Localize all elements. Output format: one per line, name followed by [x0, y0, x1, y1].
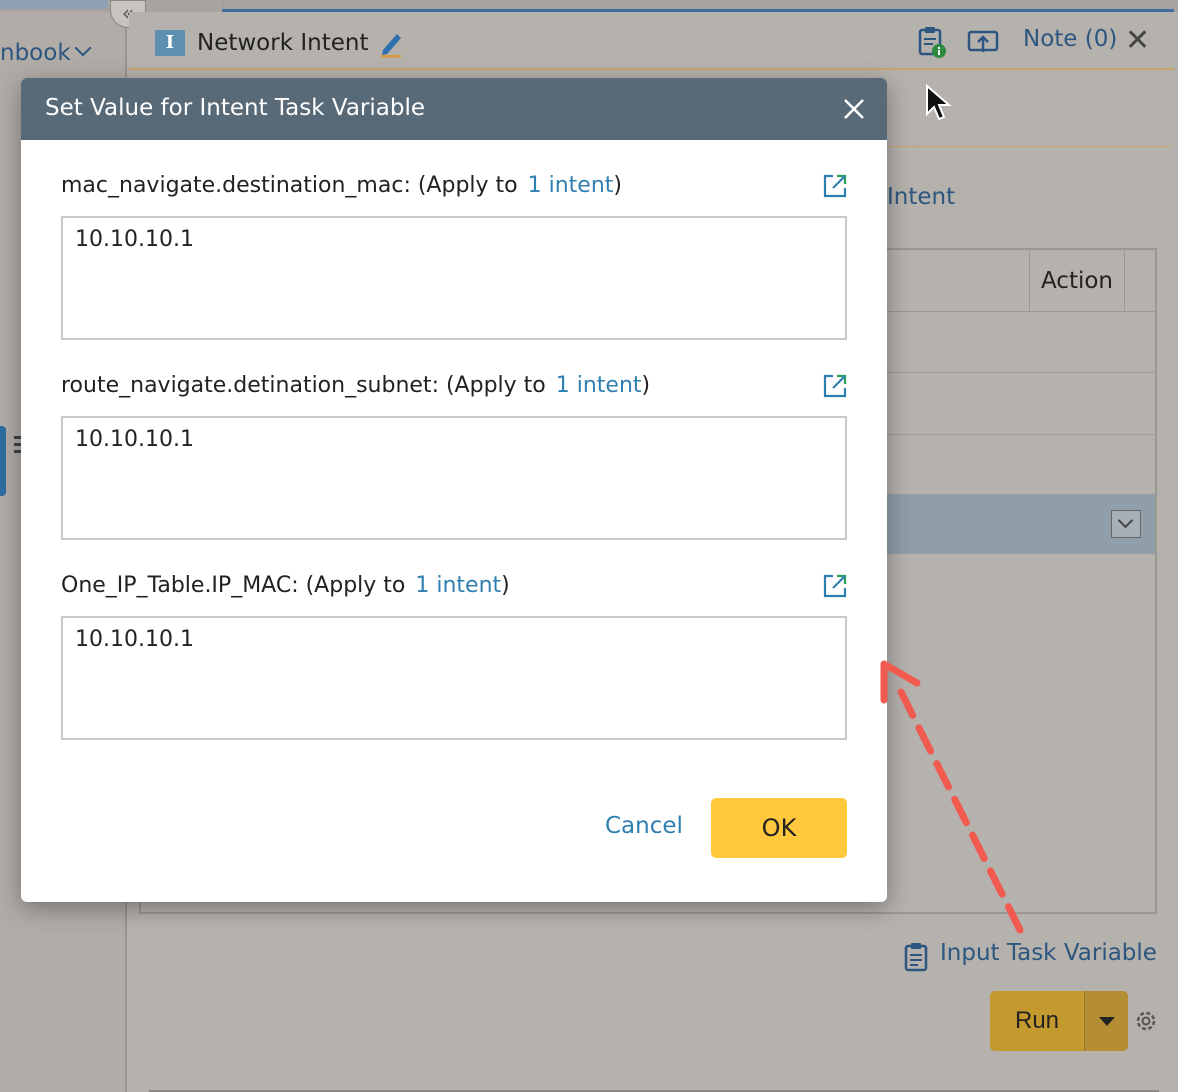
external-link-icon[interactable]	[821, 372, 849, 400]
input-task-variable-link[interactable]: Input Task Variable	[940, 940, 1157, 966]
clipboard-icon	[904, 943, 928, 972]
runbook-dropdown[interactable]: nbook	[0, 39, 92, 66]
variable-name: route_navigate.detination_subnet: (Apply…	[61, 373, 546, 398]
apply-to-intent-link[interactable]: 1 intent	[556, 373, 642, 398]
apply-to-intent-link[interactable]: 1 intent	[528, 173, 614, 198]
cancel-button[interactable]: Cancel	[605, 813, 683, 839]
variable-name: One_IP_Table.IP_MAC: (Apply to	[61, 573, 406, 598]
close-icon[interactable]	[837, 92, 871, 126]
label-suffix: )	[641, 373, 651, 398]
top-tab-strip	[0, 0, 1178, 13]
share-screen-icon[interactable]	[967, 28, 999, 56]
edit-pencil-icon[interactable]	[377, 28, 405, 58]
field-label-destination-mac: mac_navigate.destination_mac: (Apply to 1…	[61, 173, 622, 198]
run-split-button: Run	[990, 991, 1128, 1051]
apply-to-intent-link[interactable]: 1 intent	[415, 573, 501, 598]
set-value-dialog: Set Value for Intent Task Variable mac_n…	[21, 78, 887, 902]
run-options-button[interactable]	[1084, 991, 1128, 1051]
run-button[interactable]: Run	[990, 991, 1084, 1051]
section-divider	[887, 146, 1172, 147]
external-link-icon[interactable]	[821, 172, 849, 200]
variable-name: mac_navigate.destination_mac: (Apply to	[61, 173, 518, 198]
close-icon[interactable]: ✕	[1125, 26, 1150, 56]
gear-icon[interactable]	[1133, 1008, 1159, 1034]
chevron-down-icon	[74, 39, 92, 57]
row-dropdown-button[interactable]	[1111, 510, 1141, 538]
field-label-ip-mac: One_IP_Table.IP_MAC: (Apply to 1 intent)	[61, 573, 510, 598]
mouse-cursor-icon	[926, 84, 952, 121]
external-link-icon[interactable]	[821, 572, 849, 600]
caret-down-icon	[1099, 1017, 1115, 1026]
left-panel-accent	[0, 426, 6, 496]
ip-mac-input[interactable]: 10.10.10.1	[61, 616, 847, 740]
destination-mac-input[interactable]: 10.10.10.1	[61, 216, 847, 340]
dialog-title: Set Value for Intent Task Variable	[45, 95, 425, 121]
runbook-label: nbook	[0, 40, 71, 66]
active-tab-indicator	[0, 0, 108, 9]
label-suffix: )	[501, 573, 510, 598]
page-title: Network Intent	[197, 30, 369, 56]
main-header: I Network Intent Note (0) ✕	[129, 12, 1174, 70]
clipboard-info-icon[interactable]	[917, 26, 947, 58]
ok-button[interactable]: OK	[711, 798, 847, 858]
field-label-destination-subnet: route_navigate.detination_subnet: (Apply…	[61, 373, 650, 398]
destination-subnet-input[interactable]: 10.10.10.1	[61, 416, 847, 540]
intent-link[interactable]: Intent	[887, 184, 955, 210]
intent-type-icon: I	[155, 30, 185, 56]
action-column-header: Action	[1029, 250, 1125, 312]
label-suffix: )	[613, 173, 622, 198]
note-button[interactable]: Note (0)	[1023, 26, 1117, 52]
dialog-header: Set Value for Intent Task Variable	[21, 78, 887, 140]
chevron-down-icon	[1117, 512, 1134, 529]
